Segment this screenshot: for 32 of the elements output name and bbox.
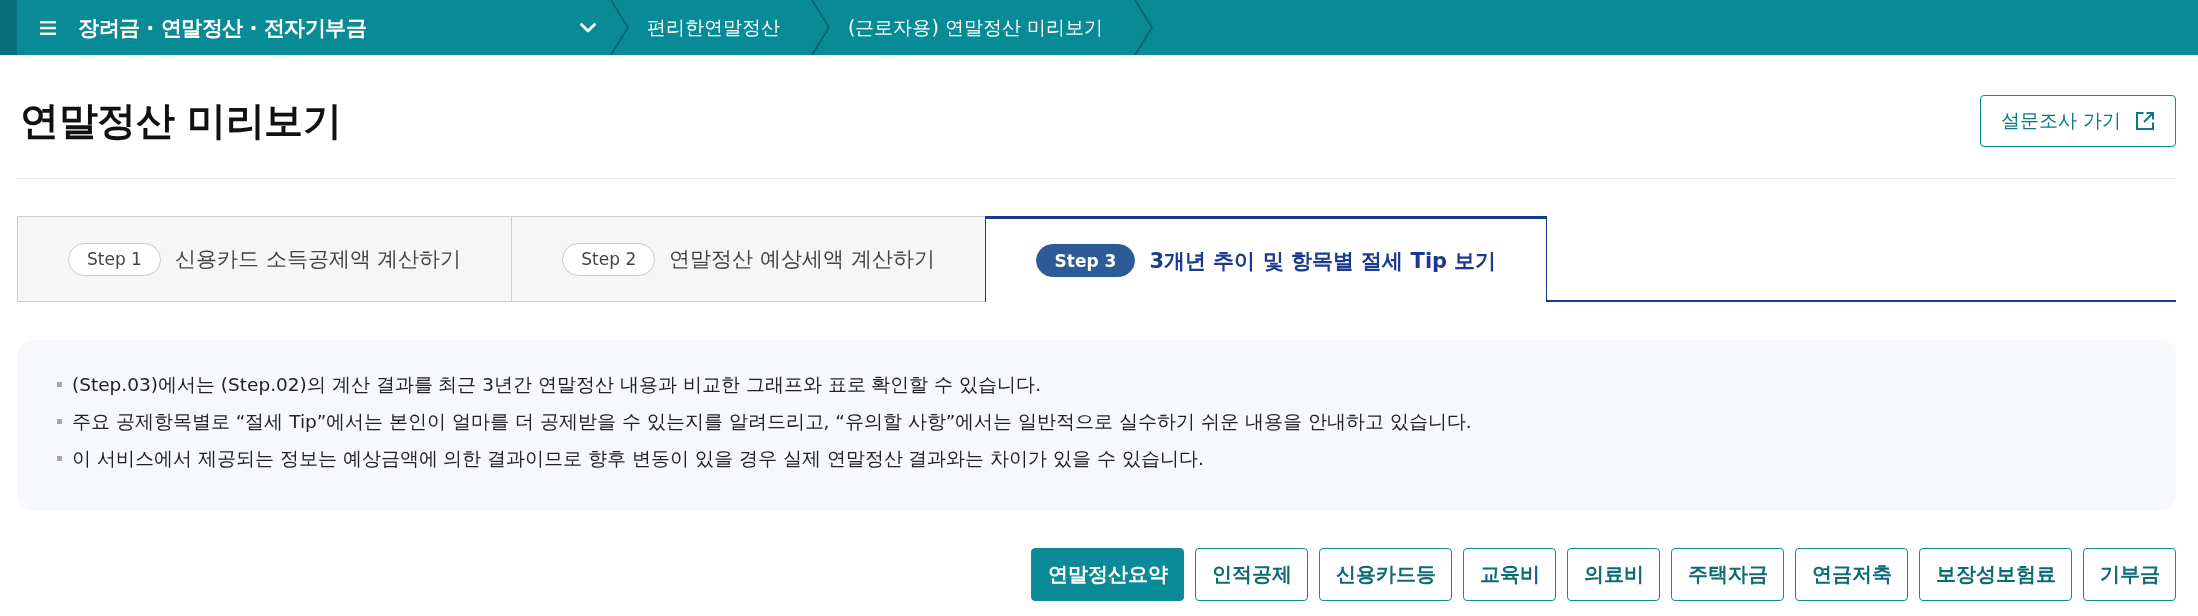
breadcrumb-link[interactable]: (근로자용) 연말정산 미리보기 xyxy=(831,0,1134,55)
step-tab[interactable]: Step 1 신용카드 소득공제액 계산하기 xyxy=(17,216,513,302)
info-text: 이 서비스에서 제공되는 정보는 예상금액에 의한 결과이므로 향후 변동이 있을 경우 실제 연말정산 결과와는 차이가 있을 수 있습니다. xyxy=(72,447,1204,471)
category-button[interactable]: 보장성보험료 xyxy=(1919,548,2072,601)
breadcrumb-separator-icon xyxy=(610,0,630,55)
breadcrumb-link[interactable]: 편리한연말정산 xyxy=(630,0,811,55)
category-button[interactable]: 기부금 xyxy=(2083,548,2176,601)
breadcrumb-separator-icon xyxy=(1133,0,1154,55)
info-text: 주요 공제항목별로 “절세 Tip”에서는 본인이 얼마를 더 공제받을 수 있는지를 알려드리고, “유의할 사항”에서는 일반적으로 실수하기 쉬운 내용을 안내하고 있습니다. xyxy=(72,410,1472,434)
menu-icon[interactable] xyxy=(40,20,56,35)
category-button[interactable]: 주택자금 xyxy=(1671,548,1784,601)
category-button[interactable]: 연말정산요약 xyxy=(1031,548,1184,601)
category-button[interactable]: 신용카드등 xyxy=(1319,548,1452,601)
breadcrumb-separator-icon xyxy=(811,0,831,55)
step-badge: Step 2 xyxy=(562,242,656,276)
step-tab[interactable]: Step 2 연말정산 예상세액 계산하기 xyxy=(511,216,986,302)
page-title: 연말정산 미리보기 xyxy=(20,97,342,145)
survey-button[interactable]: 설문조사 가기 xyxy=(1979,95,2176,147)
category-button[interactable]: 의료비 xyxy=(1567,548,1660,601)
step-badge: Step 3 xyxy=(1035,244,1136,277)
square-bullet-icon xyxy=(57,456,62,461)
category-button[interactable]: 인적공제 xyxy=(1195,548,1308,601)
step-badge: Step 1 xyxy=(68,242,161,276)
category-button[interactable]: 연금저축 xyxy=(1795,548,1908,601)
category-button[interactable]: 교육비 xyxy=(1463,548,1556,601)
external-link-icon xyxy=(2135,111,2155,131)
info-text: (Step.03)에서는 (Step.02)의 계산 결과를 최근 3년간 연말정산 내용과 비교한 그래프와 표로 확인할 수 있습니다. xyxy=(72,373,1042,397)
step-tab[interactable]: Step 3 3개년 추이 및 항목별 절세 Tip 보기 xyxy=(984,216,1548,302)
chevron-down-icon[interactable] xyxy=(580,22,596,33)
square-bullet-icon xyxy=(57,419,62,424)
service-title: 장려금 · 연말정산 · 전자기부금 xyxy=(78,14,367,42)
square-bullet-icon xyxy=(57,382,62,387)
